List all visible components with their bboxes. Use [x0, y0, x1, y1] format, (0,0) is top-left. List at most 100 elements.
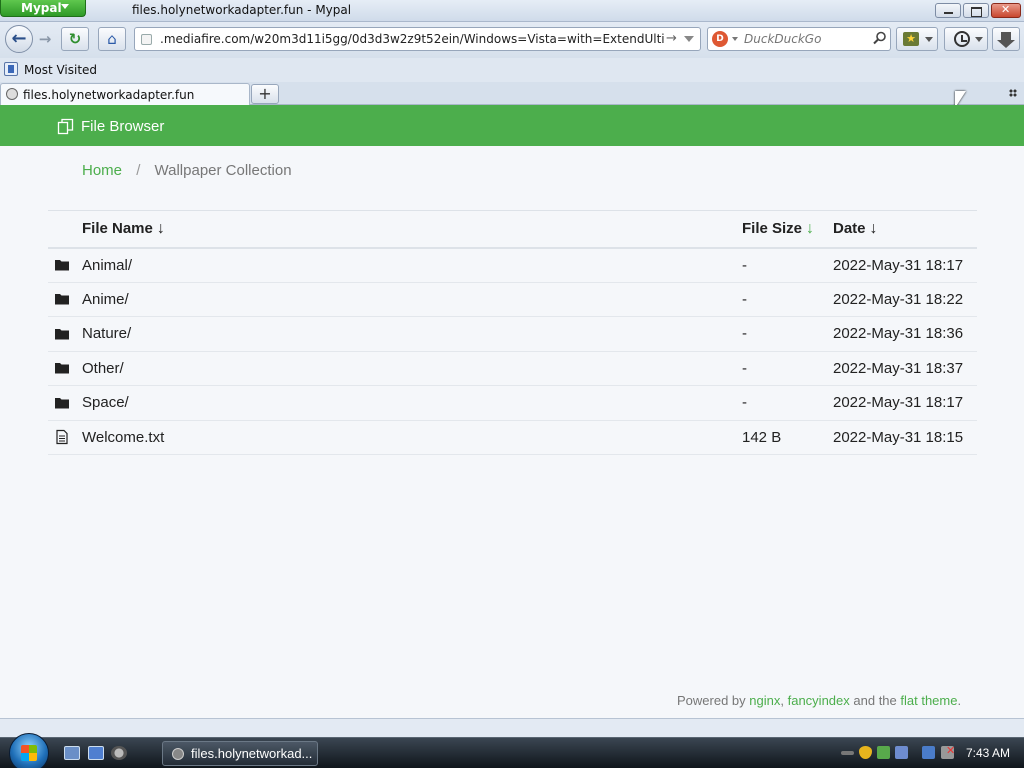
tray-display-icon[interactable] — [895, 746, 908, 759]
close-button[interactable] — [991, 3, 1021, 18]
url-text[interactable]: .mediafire.com/w20m3d11i5gg/0d3d3w2z9t52… — [160, 32, 665, 46]
file-name-link[interactable]: Welcome.txt — [82, 429, 164, 446]
header-date[interactable]: Date — [833, 220, 866, 237]
reload-button[interactable]: ↻ — [61, 27, 89, 51]
file-date-cell: 2022-May-31 18:17 — [833, 247, 977, 283]
file-size-cell: 142 B — [742, 420, 833, 455]
file-date-cell: 2022-May-31 18:22 — [833, 282, 977, 317]
window-titlebar: Mypal files.holynetworkadapter.fun - Myp… — [0, 0, 1024, 22]
url-history-dropdown-icon[interactable] — [684, 36, 694, 42]
browser-status-bar — [0, 718, 1024, 737]
bookmarks-button[interactable]: ★ — [896, 27, 938, 51]
tray-network-icon[interactable] — [841, 751, 854, 755]
chevron-down-icon — [925, 37, 933, 42]
file-name-link[interactable]: Space/ — [82, 394, 129, 411]
footer-nginx-link[interactable]: nginx — [749, 693, 780, 708]
globe-icon — [6, 88, 18, 100]
maximize-button[interactable] — [963, 3, 989, 18]
file-name-link[interactable]: Anime/ — [82, 291, 129, 308]
tab-list-icon[interactable] — [1009, 89, 1017, 97]
sort-arrow-icon[interactable]: ↓ — [870, 220, 878, 237]
bookmark-star-icon: ★ — [903, 32, 919, 46]
explorer-icon[interactable] — [88, 746, 104, 760]
history-button[interactable] — [944, 27, 988, 51]
file-name-link[interactable]: Animal/ — [82, 257, 132, 274]
show-desktop-icon[interactable] — [64, 746, 80, 760]
go-arrow-icon[interactable]: → — [666, 31, 677, 46]
tray-app-icon[interactable] — [877, 746, 890, 759]
folder-icon — [55, 397, 69, 409]
footer-suffix: . — [957, 693, 962, 708]
header-file-name[interactable]: File Name — [82, 220, 153, 237]
folder-icon — [55, 328, 69, 340]
taskbar-window-button[interactable]: files.holynetworkad... — [162, 741, 318, 766]
file-size-cell: - — [742, 351, 833, 386]
bookmark-most-visited[interactable]: Most Visited — [24, 63, 97, 77]
volume-muted-icon[interactable] — [941, 744, 955, 759]
table-row[interactable]: Animal/ - 2022-May-31 18:17 — [48, 247, 977, 283]
table-row[interactable]: Space/ - 2022-May-31 18:17 — [48, 385, 977, 421]
header-icon-cell — [48, 210, 82, 249]
text-file-icon — [56, 430, 68, 445]
folder-icon — [55, 363, 69, 374]
footer-prefix: Powered by — [677, 693, 746, 708]
search-engine-dropdown-icon[interactable] — [732, 37, 738, 41]
sort-arrow-active-icon[interactable]: ↓ — [806, 220, 814, 237]
web-page: File Browser Home / Wallpaper Collection… — [0, 105, 1024, 718]
brand-title: File Browser — [81, 118, 165, 135]
search-input[interactable] — [744, 30, 872, 48]
sort-by-date-header[interactable]: Date ↓ — [833, 210, 977, 249]
table-row[interactable]: Other/ - 2022-May-31 18:37 — [48, 351, 977, 386]
table-header-row: File Name ↓ File Size ↓ Date ↓ — [48, 210, 977, 249]
file-name-link[interactable]: Nature/ — [82, 325, 131, 342]
footer-middle: and the — [853, 693, 897, 708]
start-button[interactable] — [9, 733, 49, 768]
sort-by-size-header[interactable]: File Size ↓ — [742, 210, 833, 249]
chevron-down-icon — [975, 37, 983, 42]
taskbar: files.holynetworkad... 7:43 AM — [0, 733, 1024, 768]
new-tab-button[interactable]: + — [251, 84, 279, 104]
file-name-link[interactable]: Other/ — [82, 360, 124, 377]
navigation-toolbar: ← → ↻ ⌂ .mediafire.com/w20m3d11i5gg/0d3d… — [0, 22, 1024, 58]
tray-connection-icon[interactable] — [922, 746, 935, 759]
tray-security-shield-icon[interactable] — [859, 746, 872, 759]
file-size-cell: - — [742, 282, 833, 317]
window-title: files.holynetworkadapter.fun - Mypal — [132, 3, 352, 17]
clock-icon — [954, 31, 970, 47]
breadcrumb-current: Wallpaper Collection — [154, 162, 292, 179]
file-date-cell: 2022-May-31 18:15 — [833, 420, 977, 455]
tab-label: files.holynetworkadapter.fun — [23, 88, 195, 102]
search-bar: D — [707, 27, 891, 51]
app-menu-button[interactable]: Mypal — [0, 0, 86, 17]
files-icon — [57, 118, 74, 135]
back-button[interactable]: ← — [5, 25, 33, 53]
table-row[interactable]: Nature/ - 2022-May-31 18:36 — [48, 316, 977, 352]
table-row[interactable]: Anime/ - 2022-May-31 18:22 — [48, 282, 977, 317]
file-listing-table: File Name ↓ File Size ↓ Date ↓ Animal/ - 20… — [48, 210, 977, 455]
downloads-button[interactable] — [992, 27, 1020, 51]
taskbar-clock[interactable]: 7:43 AM — [966, 746, 1010, 760]
page-footer: Powered by nginx, fancyindex and the fla… — [677, 693, 961, 708]
brand-link[interactable]: File Browser — [57, 118, 164, 135]
file-size-cell: - — [742, 247, 833, 283]
download-arrow-icon — [997, 32, 1015, 48]
forward-button[interactable]: → — [35, 30, 55, 48]
file-date-cell: 2022-May-31 18:37 — [833, 351, 977, 386]
url-bar[interactable]: .mediafire.com/w20m3d11i5gg/0d3d3w2z9t52… — [134, 27, 701, 51]
search-icon[interactable] — [873, 31, 887, 45]
header-file-size[interactable]: File Size — [742, 220, 802, 237]
minimize-button[interactable] — [935, 3, 961, 18]
breadcrumb: Home / Wallpaper Collection — [82, 162, 292, 179]
tab-active[interactable]: files.holynetworkadapter.fun — [0, 83, 250, 105]
sort-by-name-header[interactable]: File Name ↓ — [82, 210, 742, 249]
footer-theme-link[interactable]: flat theme — [900, 693, 957, 708]
browser-quicklaunch-icon[interactable] — [111, 746, 127, 760]
footer-fancyindex-link[interactable]: fancyindex — [788, 693, 850, 708]
breadcrumb-home-link[interactable]: Home — [82, 162, 122, 179]
home-button[interactable]: ⌂ — [98, 27, 126, 51]
table-row[interactable]: Welcome.txt 142 B 2022-May-31 18:15 — [48, 420, 977, 455]
sort-arrow-icon[interactable]: ↓ — [157, 220, 165, 237]
duckduckgo-icon[interactable]: D — [712, 31, 728, 47]
file-date-cell: 2022-May-31 18:17 — [833, 385, 977, 421]
folder-icon — [55, 260, 69, 271]
